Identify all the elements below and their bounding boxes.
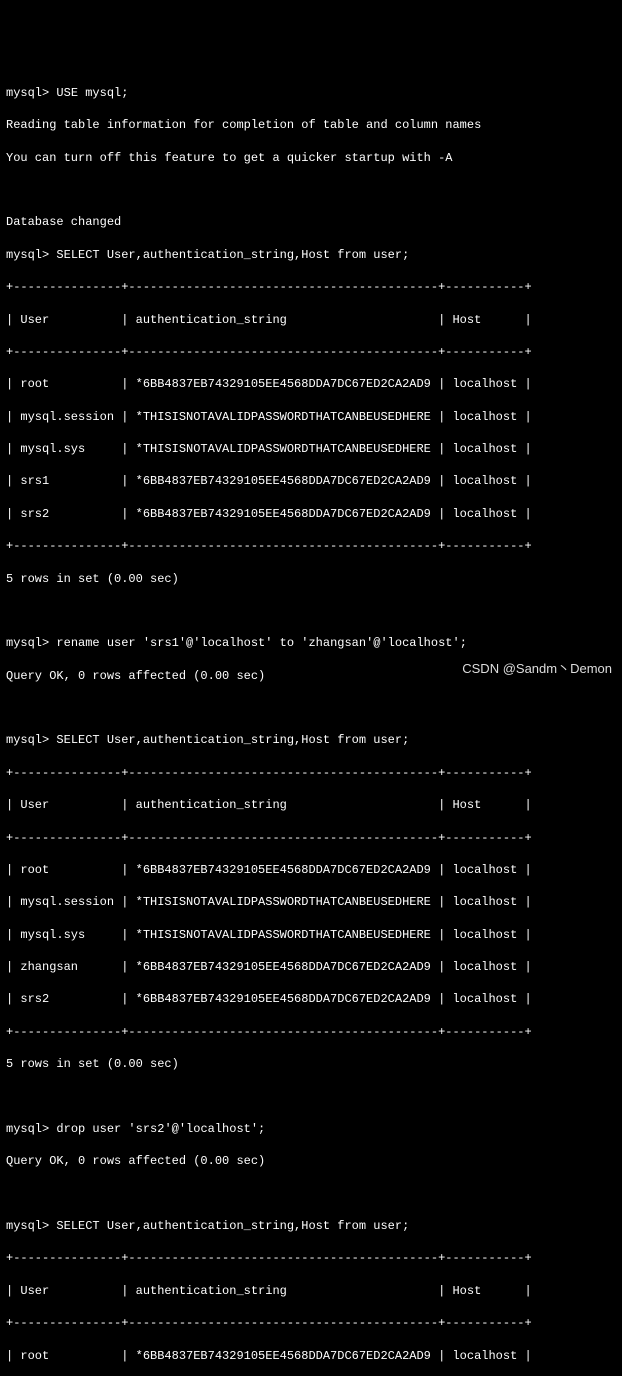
blank-line [6, 700, 616, 716]
query-ok: Query OK, 0 rows affected (0.00 sec) [6, 1153, 616, 1169]
table-row: | zhangsan | *6BB4837EB74329105EE4568DDA… [6, 959, 616, 975]
cmd-line: mysql> SELECT User,authentication_string… [6, 247, 616, 263]
mysql-prompt: mysql> [6, 86, 56, 100]
table-row: | srs1 | *6BB4837EB74329105EE4568DDA7DC6… [6, 473, 616, 489]
table-border: +---------------+-----------------------… [6, 1315, 616, 1331]
table-row: | srs2 | *6BB4837EB74329105EE4568DDA7DC6… [6, 506, 616, 522]
cmd-line: mysql> SELECT User,authentication_string… [6, 1218, 616, 1234]
mysql-prompt: mysql> [6, 1219, 56, 1233]
info-line: You can turn off this feature to get a q… [6, 150, 616, 166]
info-line: Database changed [6, 214, 616, 230]
rowcount: 5 rows in set (0.00 sec) [6, 571, 616, 587]
select-command: SELECT User,authentication_string,Host f… [56, 733, 409, 747]
watermark: CSDN @Sandm丶Demon [462, 660, 612, 678]
cmd-line: mysql> SELECT User,authentication_string… [6, 732, 616, 748]
rowcount: 5 rows in set (0.00 sec) [6, 1056, 616, 1072]
table-border: +---------------+-----------------------… [6, 344, 616, 360]
terminal-output: mysql> USE mysql; Reading table informat… [6, 69, 616, 1376]
table-row: | mysql.session | *THISISNOTAVALIDPASSWO… [6, 409, 616, 425]
cmd-line: mysql> drop user 'srs2'@'localhost'; [6, 1121, 616, 1137]
cmd-line: mysql> USE mysql; [6, 85, 616, 101]
cmd-line: mysql> rename user 'srs1'@'localhost' to… [6, 635, 616, 651]
table-row: | root | *6BB4837EB74329105EE4568DDA7DC6… [6, 862, 616, 878]
select-command: SELECT User,authentication_string,Host f… [56, 248, 409, 262]
blank-line [6, 1089, 616, 1105]
table-border: +---------------+-----------------------… [6, 830, 616, 846]
mysql-prompt: mysql> [6, 636, 56, 650]
blank-line [6, 1186, 616, 1202]
table-border: +---------------+-----------------------… [6, 1024, 616, 1040]
table-border: +---------------+-----------------------… [6, 765, 616, 781]
mysql-prompt: mysql> [6, 248, 56, 262]
table-row: | srs2 | *6BB4837EB74329105EE4568DDA7DC6… [6, 991, 616, 1007]
use-command: USE mysql; [56, 86, 128, 100]
blank-line [6, 603, 616, 619]
mysql-prompt: mysql> [6, 733, 56, 747]
table-border: +---------------+-----------------------… [6, 1250, 616, 1266]
table-border: +---------------+-----------------------… [6, 279, 616, 295]
mysql-prompt: mysql> [6, 1122, 56, 1136]
table-row: | mysql.sys | *THISISNOTAVALIDPASSWORDTH… [6, 927, 616, 943]
rename-command: rename user 'srs1'@'localhost' to 'zhang… [56, 636, 466, 650]
table-border: +---------------+-----------------------… [6, 538, 616, 554]
table-row: | root | *6BB4837EB74329105EE4568DDA7DC6… [6, 1348, 616, 1364]
table-row: | root | *6BB4837EB74329105EE4568DDA7DC6… [6, 376, 616, 392]
table-row: | mysql.session | *THISISNOTAVALIDPASSWO… [6, 894, 616, 910]
table-header: | User | authentication_string | Host | [6, 797, 616, 813]
table-header: | User | authentication_string | Host | [6, 312, 616, 328]
select-command: SELECT User,authentication_string,Host f… [56, 1219, 409, 1233]
blank-line [6, 182, 616, 198]
drop-command: drop user 'srs2'@'localhost'; [56, 1122, 265, 1136]
table-header: | User | authentication_string | Host | [6, 1283, 616, 1299]
info-line: Reading table information for completion… [6, 117, 616, 133]
table-row: | mysql.sys | *THISISNOTAVALIDPASSWORDTH… [6, 441, 616, 457]
